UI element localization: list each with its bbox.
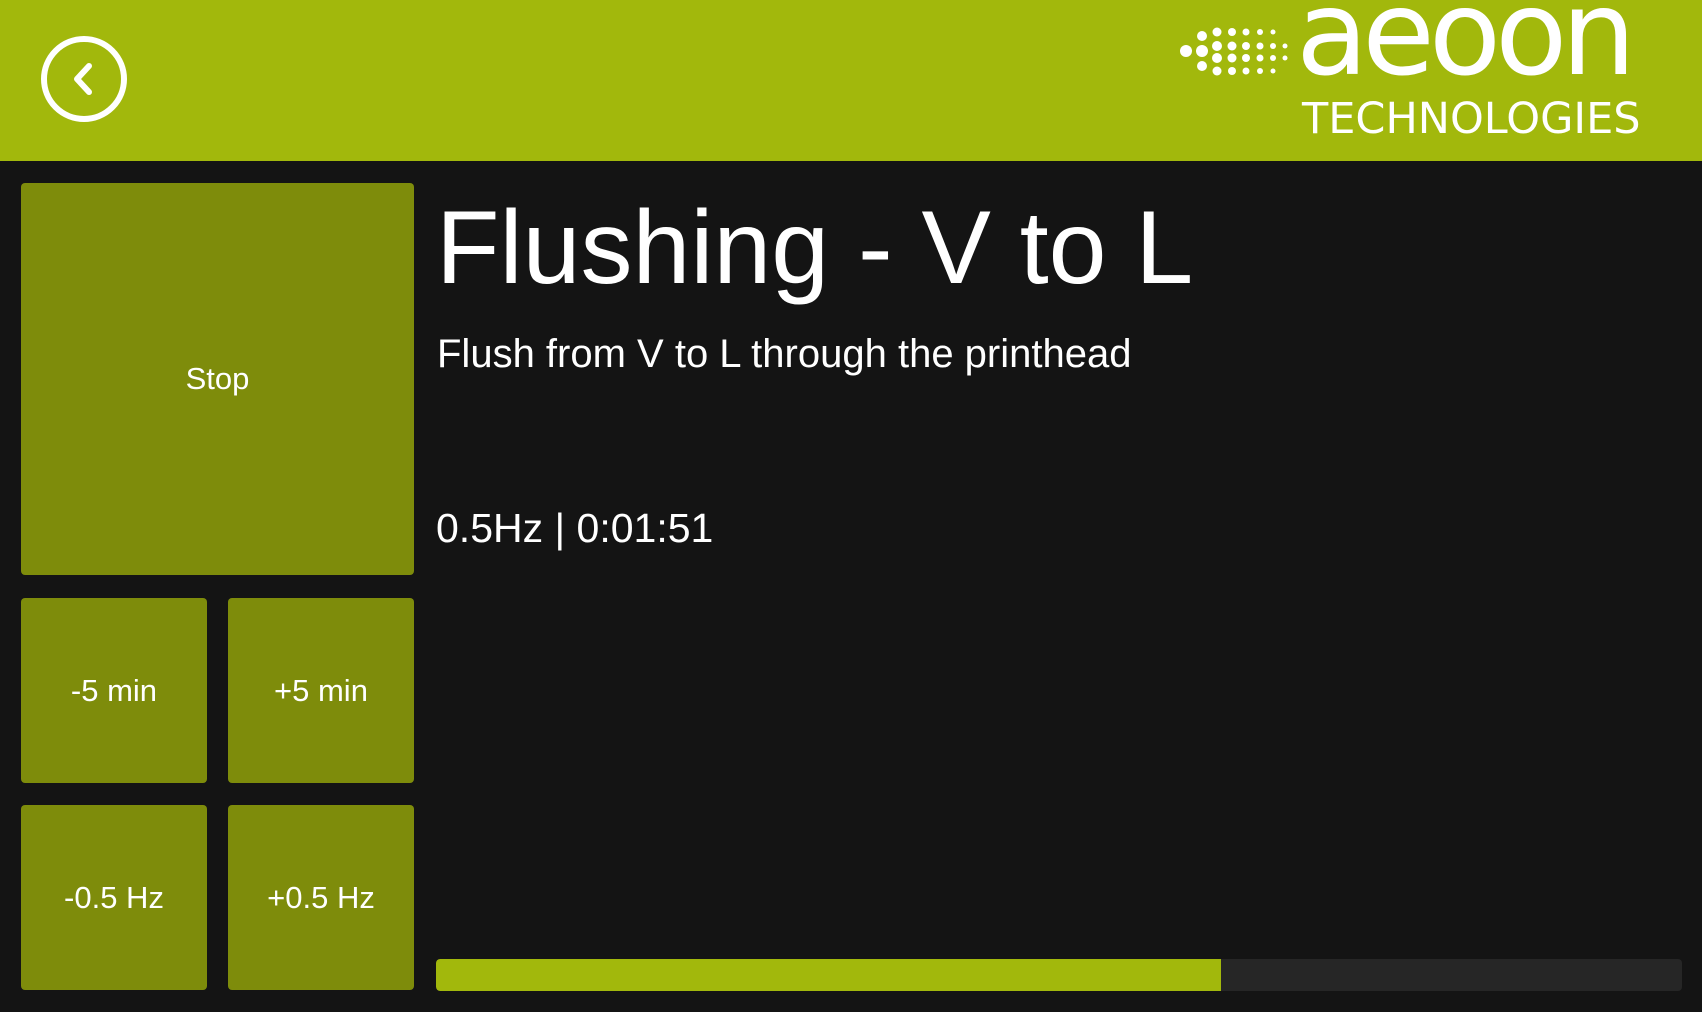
increase-time-button[interactable]: +5 min (228, 598, 414, 783)
stop-button[interactable]: Stop (21, 183, 414, 575)
decrease-time-label: -5 min (70, 672, 158, 708)
back-button[interactable] (41, 36, 127, 122)
progress-bar-fill (436, 959, 1221, 991)
decrease-frequency-label: -0.5 Hz (64, 879, 164, 915)
stop-button-label: Stop (185, 361, 250, 396)
chevron-left-icon (74, 63, 92, 95)
decrease-time-button[interactable]: -5 min (21, 598, 207, 783)
aeoon-logo: aeoon TECHNOLOGIES (1180, 0, 1690, 161)
logo-wordmark: aeoon (1296, 0, 1636, 102)
page-description: Flush from V to L through the printhead (437, 332, 1132, 376)
status-readout: 0.5Hz | 0:01:51 (436, 505, 714, 551)
increase-frequency-label: +0.5 Hz (267, 879, 375, 915)
flushing-screen: aeoon TECHNOLOGIES Stop -5 min +5 min -0… (0, 0, 1702, 1012)
decrease-frequency-button[interactable]: -0.5 Hz (21, 805, 207, 990)
page-title: Flushing - V to L (436, 190, 1194, 306)
header-bar: aeoon TECHNOLOGIES (0, 0, 1702, 161)
logo-dots-icon (1180, 27, 1288, 76)
progress-bar (436, 959, 1682, 991)
logo-subtitle: TECHNOLOGIES (1302, 94, 1641, 144)
increase-frequency-button[interactable]: +0.5 Hz (228, 805, 414, 990)
increase-time-label: +5 min (274, 672, 368, 708)
